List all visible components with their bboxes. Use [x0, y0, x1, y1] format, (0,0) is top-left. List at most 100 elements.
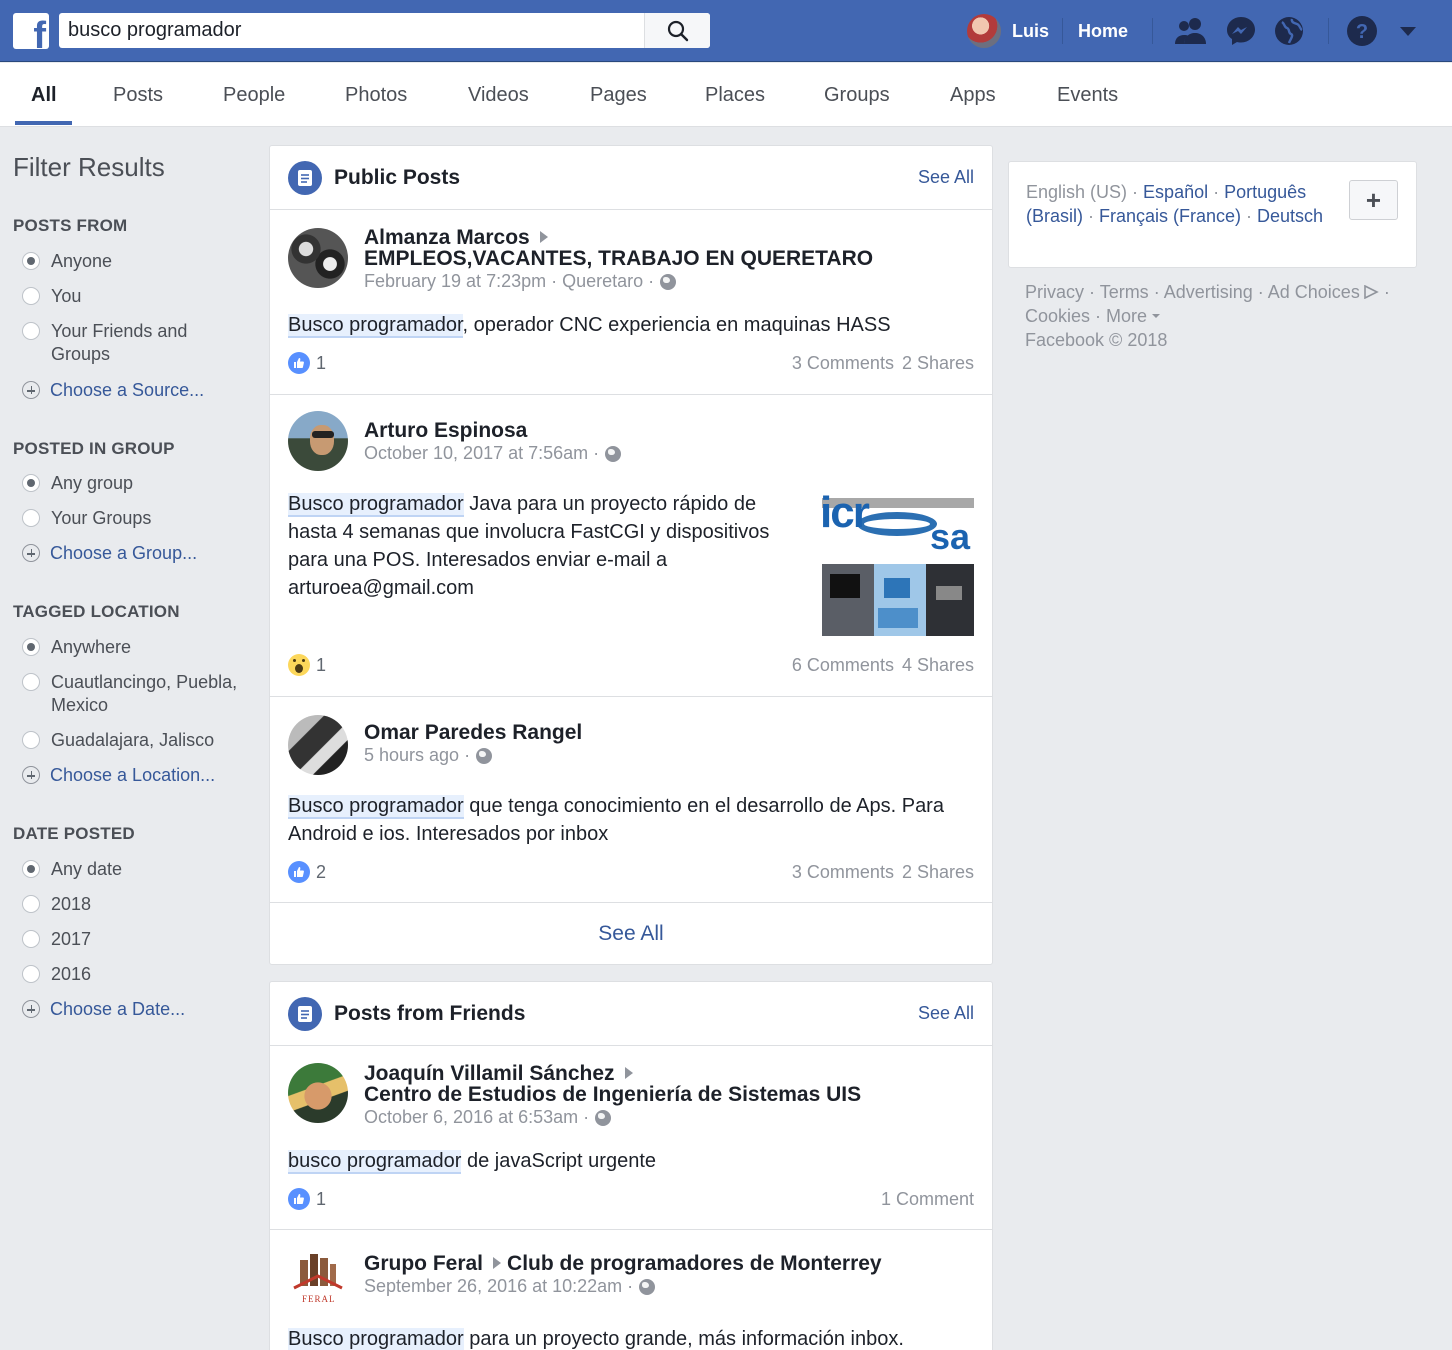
- globe-icon: [476, 747, 493, 764]
- guadalajara-radio[interactable]: Guadalajara, Jalisco: [22, 729, 214, 752]
- radio: [22, 673, 40, 691]
- card-header: Public Posts See All: [270, 146, 992, 210]
- choose-source-link[interactable]: Choose a Source...: [22, 379, 204, 402]
- comments-count[interactable]: 3 Comments: [792, 353, 894, 373]
- posts-icon: [288, 997, 322, 1031]
- choose-date-link[interactable]: Choose a Date...: [22, 998, 185, 1021]
- choose-group-link[interactable]: Choose a Group...: [22, 542, 197, 565]
- comments-count[interactable]: 3 Comments: [792, 862, 894, 882]
- author-avatar[interactable]: [288, 228, 348, 288]
- shares-count[interactable]: 2 Shares: [902, 353, 974, 373]
- post-text: Busco programador Java para un proyecto …: [288, 493, 770, 599]
- posts-from-heading: POSTS FROM: [13, 216, 128, 235]
- card-title: Posts from Friends: [334, 1002, 526, 1025]
- search-button[interactable]: [644, 13, 710, 48]
- group-name[interactable]: EMPLEOS,VACANTES, TRABAJO EN QUERETARO: [364, 247, 873, 271]
- tab-posts[interactable]: Posts: [113, 63, 163, 126]
- author-name[interactable]: Arturo Espinosa: [364, 419, 527, 443]
- tab-videos[interactable]: Videos: [468, 63, 529, 126]
- comments-count[interactable]: 6 Comments: [792, 655, 894, 675]
- footer-link-more[interactable]: More: [1106, 306, 1161, 326]
- comments-count[interactable]: 1 Comment: [881, 1189, 974, 1209]
- tab-apps[interactable]: Apps: [950, 63, 996, 126]
- more-languages-button[interactable]: +: [1349, 180, 1398, 220]
- search-input[interactable]: [59, 13, 643, 48]
- tab-places[interactable]: Places: [705, 63, 765, 126]
- radio: [22, 322, 40, 340]
- cuautlancingo-radio[interactable]: Cuautlancingo, Puebla, Mexico: [22, 671, 247, 717]
- author-name[interactable]: Joaquín Villamil Sánchez: [364, 1062, 615, 1085]
- timestamp[interactable]: October 10, 2017 at 7:56am ·: [364, 443, 599, 464]
- author-name[interactable]: Almanza Marcos: [364, 226, 530, 249]
- footer-link-advertising[interactable]: Advertising: [1164, 282, 1253, 302]
- author-avatar[interactable]: FERAL: [288, 1246, 348, 1306]
- see-all-link[interactable]: See All: [918, 167, 974, 188]
- post-meta: 5 hours ago ·: [364, 745, 493, 766]
- reactions[interactable]: 2: [288, 861, 326, 883]
- shares-count[interactable]: 2 Shares: [902, 862, 974, 882]
- public-posts-card: Public Posts See All Almanza Marcos EMPL…: [269, 145, 993, 965]
- author-name[interactable]: Omar Paredes Rangel: [364, 721, 582, 745]
- posts-icon: [288, 161, 322, 195]
- group-name[interactable]: Centro de Estudios de Ingeniería de Sist…: [364, 1083, 861, 1107]
- author-name[interactable]: Grupo Feral: [364, 1252, 483, 1275]
- language-link-francais[interactable]: Français (France): [1099, 206, 1241, 226]
- see-all-button[interactable]: See All: [270, 903, 992, 965]
- tab-all[interactable]: All: [31, 63, 57, 126]
- language-list: English (US) · Español · Português (Bras…: [1026, 182, 1324, 226]
- reactions[interactable]: 1: [288, 1188, 326, 1210]
- language-link-espanol[interactable]: Español: [1143, 182, 1208, 202]
- tab-groups[interactable]: Groups: [824, 63, 890, 126]
- language-link-deutsch[interactable]: Deutsch: [1257, 206, 1323, 226]
- footer-link-cookies[interactable]: Cookies: [1025, 306, 1090, 326]
- posted-in-group-heading: POSTED IN GROUP: [13, 439, 175, 458]
- group-name[interactable]: Club de programadores de Monterrey: [507, 1252, 882, 1275]
- choose-location-link[interactable]: Choose a Location...: [22, 764, 215, 787]
- any-date-radio[interactable]: Any date: [22, 858, 122, 881]
- language-selector-box: English (US) · Español · Português (Bras…: [1008, 161, 1417, 268]
- footer-link-privacy[interactable]: Privacy: [1025, 282, 1084, 302]
- help-icon[interactable]: ?: [1344, 14, 1380, 48]
- tab-people[interactable]: People: [223, 63, 285, 126]
- messenger-icon[interactable]: [1223, 14, 1259, 48]
- posts-from-friends-radio[interactable]: Your Friends and Groups: [22, 320, 222, 366]
- highlighted-query: Busco programador: [288, 493, 464, 517]
- timestamp[interactable]: October 6, 2016 at 6:53am ·: [364, 1107, 589, 1128]
- your-groups-radio[interactable]: Your Groups: [22, 507, 151, 530]
- footer-link-terms[interactable]: Terms: [1100, 282, 1149, 302]
- any-group-radio[interactable]: Any group: [22, 472, 133, 495]
- timestamp[interactable]: February 19 at 7:23pm · Queretaro ·: [364, 271, 654, 292]
- reactions[interactable]: 1: [288, 654, 326, 676]
- friend-requests-icon[interactable]: [1173, 14, 1209, 48]
- date-2017-radio[interactable]: 2017: [22, 928, 91, 951]
- author-avatar[interactable]: [288, 1063, 348, 1123]
- anywhere-radio[interactable]: Anywhere: [22, 636, 131, 659]
- home-link[interactable]: Home: [1078, 0, 1128, 62]
- author-avatar[interactable]: [288, 411, 348, 471]
- reactions[interactable]: 1: [288, 352, 326, 374]
- date-2016-radio[interactable]: 2016: [22, 963, 91, 986]
- author-avatar[interactable]: [288, 715, 348, 775]
- timestamp[interactable]: September 26, 2016 at 10:22am ·: [364, 1276, 633, 1297]
- tab-pages[interactable]: Pages: [590, 63, 647, 126]
- date-2018-radio[interactable]: 2018: [22, 893, 91, 916]
- tab-photos[interactable]: Photos: [345, 63, 407, 126]
- date-posted-heading: DATE POSTED: [13, 824, 135, 843]
- posts-from-you-radio[interactable]: You: [22, 285, 81, 308]
- notifications-globe-icon[interactable]: [1271, 14, 1307, 48]
- reaction-count: 1: [316, 1188, 327, 1209]
- image-logo-text: icr: [822, 488, 870, 537]
- timestamp[interactable]: 5 hours ago ·: [364, 745, 470, 766]
- tab-events[interactable]: Events: [1057, 63, 1118, 126]
- post: FERAL Grupo Feral Club de programadores d…: [270, 1230, 992, 1350]
- profile-link[interactable]: Luis: [967, 0, 1049, 62]
- see-all-link[interactable]: See All: [918, 1003, 974, 1024]
- posts-from-anyone-radio[interactable]: Anyone: [22, 250, 112, 273]
- footer-link-ad-choices[interactable]: Ad Choices: [1268, 282, 1360, 302]
- account-menu-chevron-icon[interactable]: [1390, 14, 1426, 48]
- post-attachment-image[interactable]: icr sa: [822, 488, 974, 636]
- facebook-logo[interactable]: f: [13, 13, 49, 49]
- friends-posts-card: Posts from Friends See All Joaquín Villa…: [269, 981, 993, 1350]
- shares-count[interactable]: 4 Shares: [902, 655, 974, 675]
- globe-icon: [605, 445, 622, 462]
